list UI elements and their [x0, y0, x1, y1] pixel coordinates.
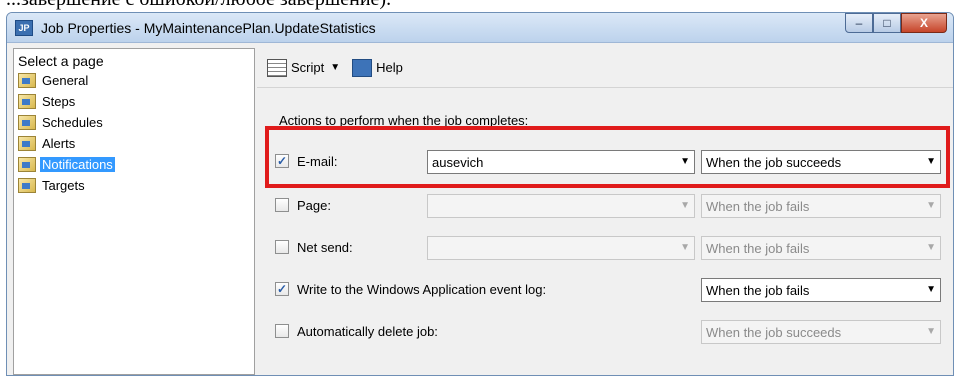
page-when-value: When the job fails	[706, 198, 810, 214]
help-button[interactable]: Help	[352, 58, 403, 77]
app-icon: JP	[15, 19, 33, 36]
event-log-when-value: When the job fails	[706, 282, 810, 298]
title-bar[interactable]: JP Job Properties - MyMaintenancePlan.Up…	[7, 13, 953, 43]
page-when-dropdown: When the job fails ▼	[701, 194, 941, 218]
delete-job-label: Automatically delete job:	[297, 323, 438, 339]
net-send-checkbox[interactable]	[275, 240, 289, 254]
chevron-down-icon[interactable]: ▼	[330, 62, 340, 73]
page-icon	[18, 178, 36, 193]
page-checkbox[interactable]	[275, 198, 289, 212]
nav-item-label: Notifications	[40, 157, 115, 172]
page-icon	[18, 136, 36, 151]
page-icon	[18, 73, 36, 88]
page-label: Page:	[297, 197, 331, 213]
dropdown-arrow-icon: ▼	[926, 284, 936, 295]
window-controls: – □ X	[845, 13, 947, 33]
event-log-when-dropdown[interactable]: When the job fails ▼	[701, 278, 941, 302]
notifications-page: Script ▼ Help Actions to perform when th…	[257, 48, 953, 375]
job-properties-window: JP Job Properties - MyMaintenancePlan.Up…	[6, 12, 954, 376]
delete-job-when-value: When the job succeeds	[706, 324, 842, 340]
script-icon	[267, 58, 287, 77]
net-send-label: Net send:	[297, 239, 353, 255]
event-log-label: Write to the Windows Application event l…	[297, 281, 547, 297]
script-label: Script	[291, 60, 325, 75]
select-page-header: Select a page	[18, 53, 104, 69]
net-send-operator-dropdown: ▼	[427, 236, 695, 260]
toolbar: Script ▼ Help	[257, 48, 953, 88]
nav-item-notifications[interactable]: Notifications	[18, 154, 250, 175]
page-operator-dropdown: ▼	[427, 194, 695, 218]
nav-item-label: Schedules	[42, 115, 103, 130]
help-label: Help	[376, 60, 403, 75]
page-selector-panel: Select a page General Steps Schedules Al…	[13, 48, 255, 375]
email-highlight-box	[265, 126, 950, 188]
delete-job-checkbox[interactable]	[275, 324, 289, 338]
dropdown-arrow-icon: ▼	[680, 200, 690, 211]
nav-item-label: Alerts	[42, 136, 76, 151]
nav-item-label: General	[42, 73, 89, 88]
page-icon	[18, 157, 36, 172]
event-log-checkbox[interactable]: ✓	[275, 282, 289, 296]
dropdown-arrow-icon: ▼	[926, 242, 936, 253]
maximize-button[interactable]: □	[873, 13, 901, 33]
nav-item-schedules[interactable]: Schedules	[18, 112, 250, 133]
window-title: Job Properties - MyMaintenancePlan.Updat…	[41, 19, 376, 36]
help-icon	[352, 58, 373, 77]
page-icon	[18, 115, 36, 130]
nav-item-label: Targets	[42, 178, 85, 193]
dropdown-arrow-icon: ▼	[926, 200, 936, 211]
net-send-when-value: When the job fails	[706, 240, 810, 256]
dropdown-arrow-icon: ▼	[680, 242, 690, 253]
net-send-when-dropdown: When the job fails ▼	[701, 236, 941, 260]
nav-item-steps[interactable]: Steps	[18, 91, 250, 112]
nav-item-targets[interactable]: Targets	[18, 175, 250, 196]
script-button[interactable]: Script ▼	[267, 58, 340, 77]
window-content: Select a page General Steps Schedules Al…	[7, 44, 953, 375]
nav-item-label: Steps	[42, 94, 76, 109]
page-icon	[18, 94, 36, 109]
close-button[interactable]: X	[901, 13, 947, 33]
document-text-fragment: ...завершение с ошибкой/любое завершение…	[0, 0, 954, 12]
nav-item-general[interactable]: General	[18, 70, 250, 91]
dropdown-arrow-icon: ▼	[926, 326, 936, 337]
delete-job-when-dropdown: When the job succeeds ▼	[701, 320, 941, 344]
nav-item-alerts[interactable]: Alerts	[18, 133, 250, 154]
minimize-button[interactable]: –	[845, 13, 873, 33]
